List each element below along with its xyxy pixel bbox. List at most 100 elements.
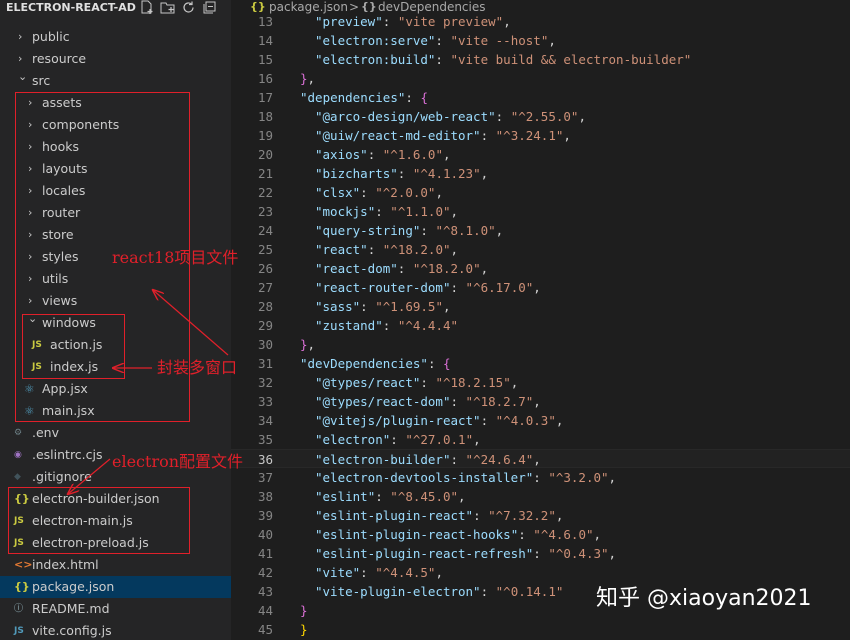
punctuation: , [458, 489, 466, 504]
quote: " [450, 489, 459, 504]
explorer-actions [139, 0, 218, 15]
file-vite-config-js[interactable]: JS vite.config.js [0, 620, 231, 640]
punctuation: , [533, 394, 541, 409]
watermark: 知乎 @xiaoyan2021 [596, 586, 812, 611]
tree-item-label: README.md [32, 601, 110, 616]
quote: " [315, 52, 323, 67]
code-line[interactable]: 16}, [231, 69, 850, 88]
quote: " [315, 565, 323, 580]
quote: " [442, 242, 451, 257]
code-text: "dependencies": { [300, 88, 428, 107]
file-readme-md[interactable]: ⓘ README.md [0, 598, 231, 620]
code-text: "@uiw/react-md-editor": "^3.24.1", [315, 126, 571, 145]
code-line[interactable]: 23 "mockjs": "^1.1.0", [231, 202, 850, 221]
json-key: axios [322, 147, 361, 162]
quote: " [473, 166, 481, 181]
code-line[interactable]: 22 "clsx": "^2.0.0", [231, 183, 850, 202]
colon: : [435, 52, 451, 67]
quote: " [360, 242, 368, 257]
punctuation: , [608, 470, 617, 485]
explorer-header: ELECTRON-REACT-AD... [0, 0, 231, 16]
json-key: vite [322, 565, 353, 580]
code-line[interactable]: 14 "electron:serve": "vite --host", [231, 31, 850, 50]
file-env[interactable]: ⚙ .env [0, 422, 231, 444]
code-line[interactable]: 24 "query-string": "^8.1.0", [231, 221, 850, 240]
punctuation: , [533, 452, 541, 467]
chevron-down-icon[interactable]: ⌄ [18, 66, 28, 88]
colon: : [480, 413, 496, 428]
code-line[interactable]: 15 "electron:build": "vite build && elect… [231, 50, 850, 69]
colon: : [360, 185, 376, 200]
refresh-icon[interactable] [181, 0, 197, 15]
collapse-all-icon[interactable] [202, 0, 218, 15]
code-line[interactable]: 42 "vite": "^4.4.5", [231, 563, 850, 582]
line-number: 34 [257, 413, 273, 428]
code-text: "zustand": "^4.4.4" [315, 316, 458, 335]
colon: : [375, 489, 391, 504]
code-line[interactable]: 41 "eslint-plugin-react-refresh": "^0.4.3… [231, 544, 850, 563]
code-line[interactable]: 33 "@types/react-dom": "^18.2.7", [231, 392, 850, 411]
json-key: devDependencies [307, 356, 421, 371]
line-number: 45 [257, 622, 273, 637]
code-text: "@types/react-dom": "^18.2.7", [315, 392, 541, 411]
colon: : [495, 109, 511, 124]
file-index-html[interactable]: <> index.html [0, 554, 231, 576]
breadcrumb-symbol[interactable]: devDependencies [378, 0, 486, 14]
json-value: ^18.2.0 [420, 261, 474, 276]
code-line[interactable]: 18 "@arco-design/web-react": "^2.55.0", [231, 107, 850, 126]
code-line[interactable]: 20 "axios": "^1.6.0", [231, 145, 850, 164]
code-line[interactable]: 25 "react": "^18.2.0", [231, 240, 850, 259]
new-file-icon[interactable] [139, 0, 155, 15]
code-line[interactable]: 27 "react-router-dom": "^6.17.0", [231, 278, 850, 297]
breadcrumb-file[interactable]: package.json [269, 0, 348, 14]
json-value: ^1.69.5 [382, 299, 436, 314]
code-line[interactable]: 31 "devDependencies": { [231, 354, 850, 373]
folder-resource[interactable]: › resource [0, 48, 231, 70]
code-line[interactable]: 30}, [231, 335, 850, 354]
json-key: react-dom [322, 261, 391, 276]
code-text: "eslint-plugin-react-hooks": "^4.6.0", [315, 525, 601, 544]
code-line[interactable]: 21 "bizcharts": "^4.1.23", [231, 164, 850, 183]
code-text: "clsx": "^2.0.0", [315, 183, 443, 202]
code-line[interactable]: 32 "@types/react": "^18.2.15", [231, 373, 850, 392]
code-line[interactable]: 40 "eslint-plugin-react-hooks": "^4.6.0", [231, 525, 850, 544]
folder-src[interactable]: ⌄ src [0, 70, 231, 92]
new-folder-icon[interactable] [160, 0, 176, 15]
chevron-right-icon[interactable]: › [18, 26, 28, 48]
code-line[interactable]: 28 "sass": "^1.69.5", [231, 297, 850, 316]
close-brace: } [300, 603, 308, 618]
code-line[interactable]: 36 "electron-builder": "^24.6.4", [231, 449, 850, 468]
json-key: @uiw/react-md-editor [322, 128, 474, 143]
code-line[interactable]: 39 "eslint-plugin-react": "^7.32.2", [231, 506, 850, 525]
code-text: "electron:serve": "vite --host", [315, 31, 556, 50]
code-editor[interactable]: 13 "preview": "vite preview", 14 "electron:… [231, 0, 850, 640]
code-line[interactable]: 29 "zustand": "^4.4.4" [231, 316, 850, 335]
line-number: 20 [257, 147, 273, 162]
tree-item-label: .eslintrc.cjs [32, 447, 103, 462]
code-line[interactable]: 13 "preview": "vite preview", [231, 12, 850, 31]
code-line[interactable]: 35 "electron": "^27.0.1", [231, 430, 850, 449]
code-line[interactable]: 19 "@uiw/react-md-editor": "^3.24.1", [231, 126, 850, 145]
code-line[interactable]: 45} [231, 620, 850, 639]
code-line[interactable]: 26 "react-dom": "^18.2.0", [231, 259, 850, 278]
file-package-json[interactable]: {} package.json [0, 576, 231, 598]
quote: " [315, 147, 323, 162]
workspace-title[interactable]: ELECTRON-REACT-AD... [6, 0, 136, 16]
colon: : [533, 546, 549, 561]
colon: : [375, 204, 391, 219]
code-text: "electron-devtools-installer": "^3.2.0", [315, 468, 616, 487]
folder-public[interactable]: › public [0, 26, 231, 48]
json-value: ^0.4.3 [555, 546, 602, 561]
line-number: 27 [257, 280, 273, 295]
json-file-icon: {} [250, 0, 266, 13]
code-line[interactable]: 17 "dependencies": { [231, 88, 850, 107]
code-text: "query-string": "^8.1.0", [315, 221, 503, 240]
code-text: "@types/react": "^18.2.15", [315, 373, 518, 392]
code-line[interactable]: 38 "eslint": "^8.45.0", [231, 487, 850, 506]
close-brace: } [300, 622, 308, 637]
colon: : [450, 280, 466, 295]
json-value: ^18.2.15 [442, 375, 504, 390]
code-line[interactable]: 34 "@vitejs/plugin-react": "^4.0.3", [231, 411, 850, 430]
quote: " [488, 109, 496, 124]
code-line[interactable]: 37 "electron-devtools-installer": "^3.2.0… [231, 468, 850, 487]
